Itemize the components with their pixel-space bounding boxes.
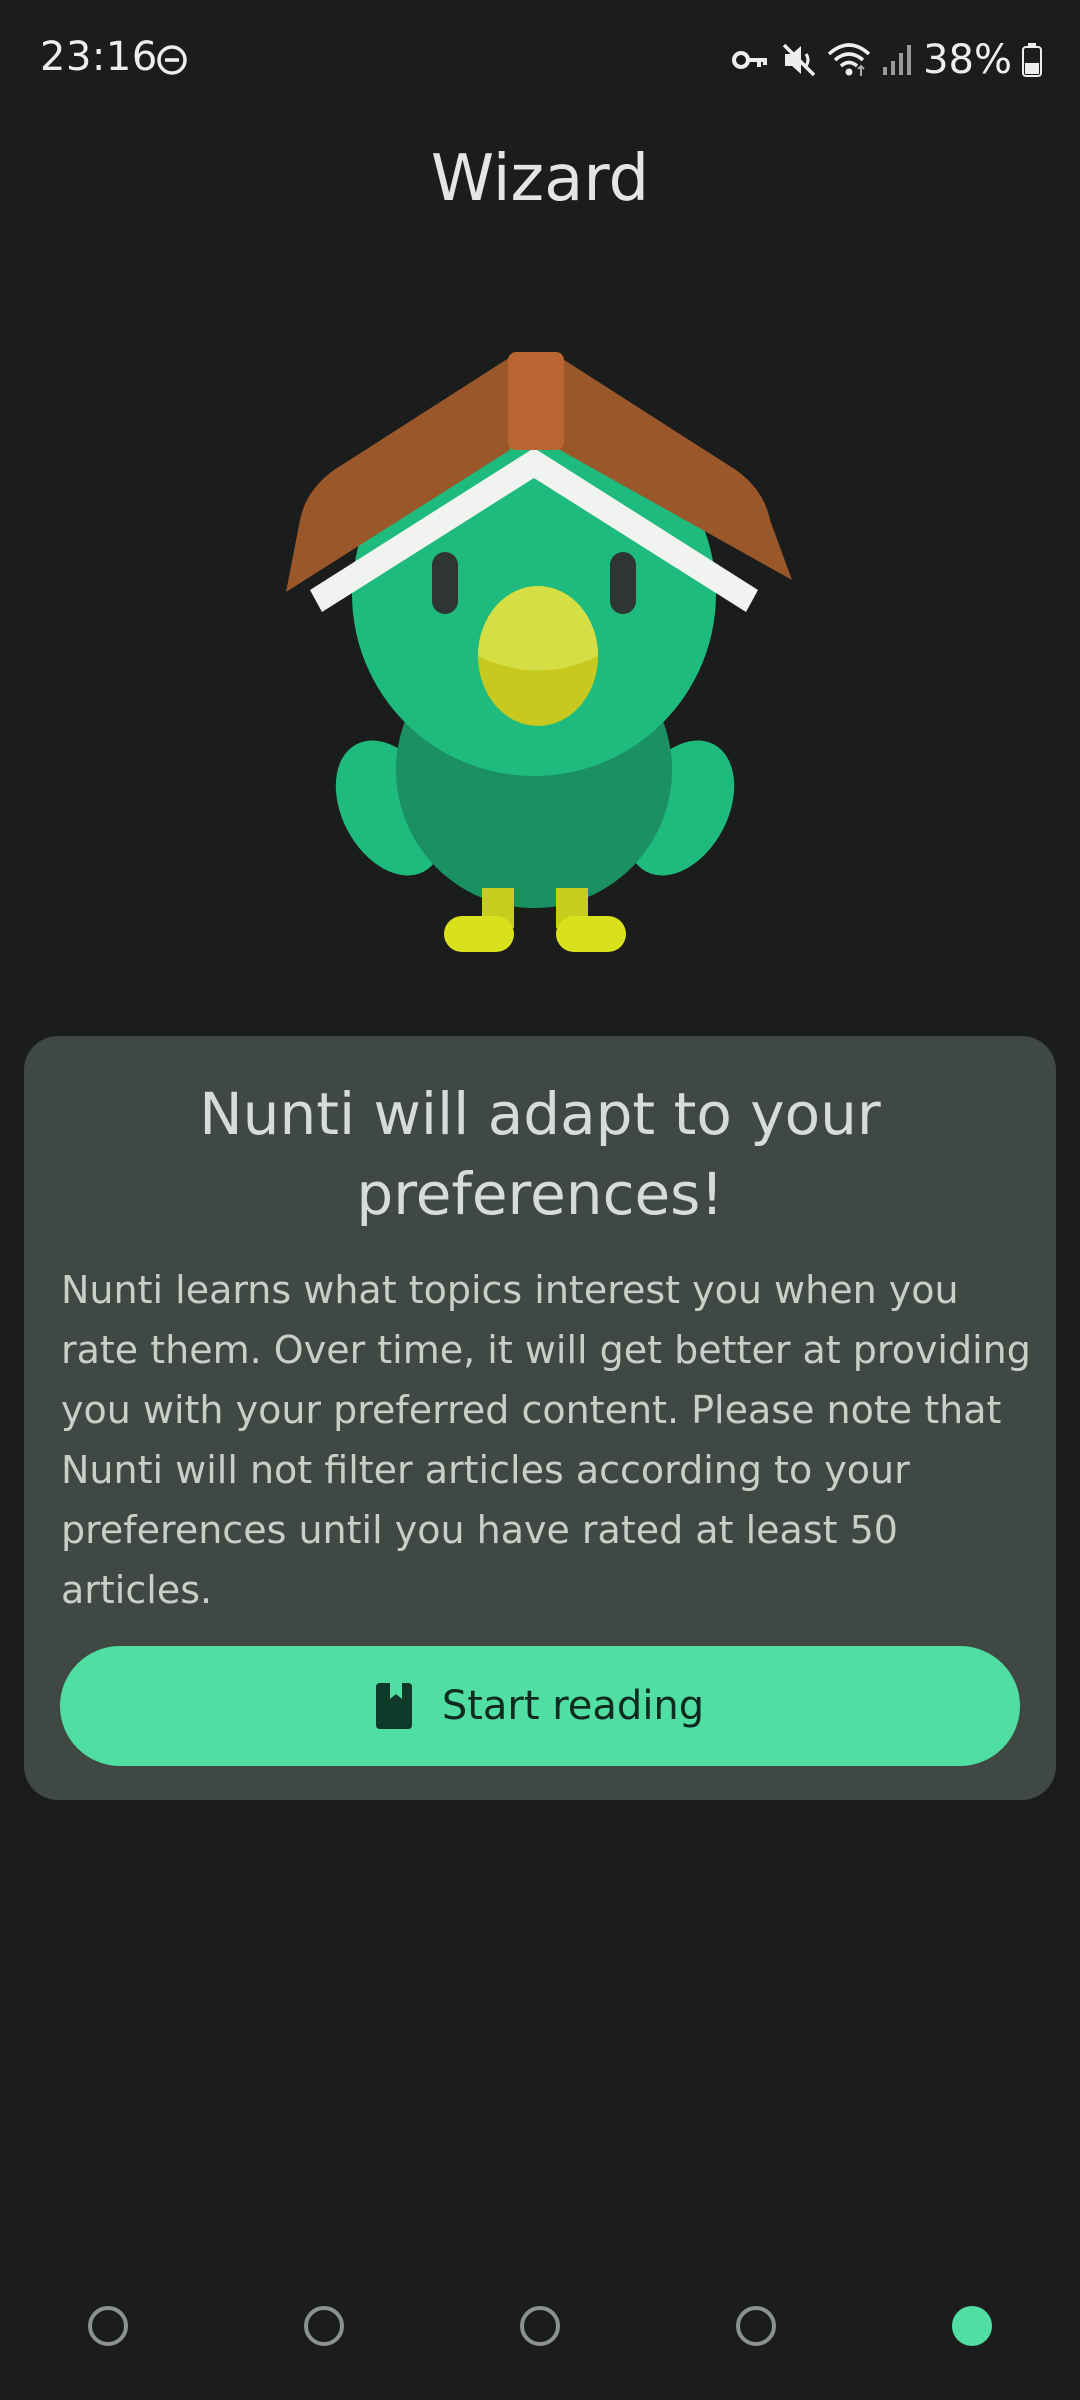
card-body-text: Nunti learns what topics interest you wh…	[61, 1268, 1031, 1612]
battery-icon	[1022, 43, 1042, 77]
page-indicator	[0, 2306, 1080, 2346]
book-icon	[375, 1683, 412, 1729]
status-icons: 38%	[731, 34, 1042, 86]
page-title: Wizard	[430, 142, 650, 216]
nunti-bird-mascot-icon	[286, 352, 792, 952]
wifi-icon	[827, 43, 871, 76]
signal-icon	[883, 45, 912, 75]
info-card: Nunti will adapt to your preferences! Nu…	[24, 1036, 1056, 1800]
page-dot-1[interactable]	[88, 2306, 128, 2346]
start-reading-button[interactable]: Start reading	[60, 1646, 1020, 1766]
page-dot-5-active[interactable]	[952, 2306, 992, 2346]
battery-percentage: 38%	[923, 37, 1012, 83]
page-dot-3[interactable]	[520, 2306, 560, 2346]
page-dot-2[interactable]	[304, 2306, 344, 2346]
start-reading-label: Start reading	[441, 1683, 705, 1729]
do-not-disturb-icon	[157, 45, 187, 75]
vpn-key-icon	[732, 51, 768, 69]
page-dot-4[interactable]	[736, 2306, 776, 2346]
mute-icon	[782, 43, 816, 77]
status-time: 23:16	[40, 34, 158, 80]
card-heading: Nunti will adapt to your preferences!	[199, 1080, 881, 1228]
status-bar: 23:16 38%	[0, 0, 1080, 120]
